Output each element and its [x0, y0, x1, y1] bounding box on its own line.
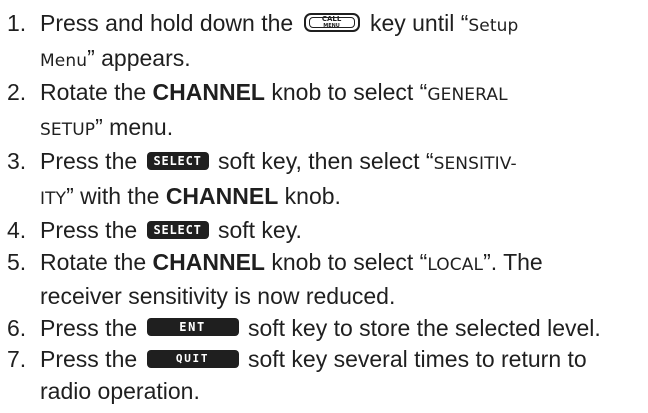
menu-key-label: MENU	[323, 23, 340, 30]
step-number: 5.	[7, 248, 27, 275]
step-text: Press and hold down the	[40, 10, 294, 36]
step-number: 3.	[7, 148, 27, 174]
step-text: ” appears.	[87, 44, 191, 71]
step-2-line-2: SETUP” menu.	[40, 112, 648, 147]
step-number: 1.	[7, 10, 27, 36]
quit-softkey-icon: QUIT	[146, 349, 239, 368]
ent-softkey-icon: ENT	[146, 318, 239, 337]
lcd-text: Setup	[468, 16, 519, 36]
step-text: soft key to store the selected level.	[247, 314, 601, 341]
step-text: Press the	[40, 217, 138, 243]
step-5-line-1: Rotate the CHANNEL knob to select “LOCAL…	[40, 247, 648, 282]
step-7-line-1: Press the QUIT soft key several times to…	[40, 344, 648, 376]
step-text: knob.	[284, 182, 341, 209]
step-text: soft key, then select “	[217, 148, 434, 174]
step-5-line-2: receiver sensitivity is now reduced.	[40, 281, 648, 313]
step-3: 3. Press the SELECT soft key, then selec…	[0, 146, 648, 215]
select-softkey-icon: SELECT	[146, 220, 209, 239]
lcd-text: LOCAL	[427, 254, 484, 275]
lcd-text: ITY	[40, 188, 67, 209]
step-number: 4.	[7, 217, 27, 243]
step-text: soft key several times to return to	[247, 346, 587, 372]
step-1: 1. Press and hold down the CALL MENU key…	[0, 8, 648, 77]
step-2-line-1: Rotate the CHANNEL knob to select “GENER…	[40, 77, 648, 112]
lcd-text: GENERAL	[427, 85, 508, 105]
step-text: receiver sensitivity is now reduced.	[40, 283, 396, 309]
step-1-line-2: Menu” appears.	[40, 43, 648, 78]
step-6-line-1: Press the ENT soft key to store the sele…	[40, 313, 648, 345]
step-text: Press the	[40, 346, 138, 372]
step-3-line-1: Press the SELECT soft key, then select “…	[40, 146, 648, 181]
step-4-line-1: Press the SELECT soft key.	[40, 215, 648, 247]
step-text: key until “	[369, 10, 469, 36]
step-text: ”. The	[483, 248, 543, 275]
channel-knob-label: CHANNEL	[152, 79, 265, 105]
step-number: 6.	[7, 314, 27, 341]
instruction-steps: 1. Press and hold down the CALL MENU key…	[0, 0, 648, 407]
lcd-text: Menu	[40, 50, 88, 71]
step-text: knob to select “	[271, 248, 428, 275]
step-7-line-2: radio operation.	[40, 376, 648, 408]
select-softkey-icon: SELECT	[146, 151, 209, 170]
step-number: 7.	[7, 346, 27, 372]
step-4: 4. Press the SELECT soft key.	[0, 215, 648, 247]
lcd-text: SENSITIV-	[433, 154, 517, 174]
step-7: 7. Press the QUIT soft key several times…	[0, 344, 648, 407]
channel-knob-label: CHANNEL	[152, 248, 265, 275]
step-text: ” menu.	[95, 113, 174, 140]
step-2: 2. Rotate the CHANNEL knob to select “GE…	[0, 77, 648, 146]
step-text: soft key.	[217, 217, 302, 243]
call-menu-key-icon: CALL MENU	[303, 13, 360, 33]
step-text: ” with the	[66, 182, 160, 209]
step-text: radio operation.	[40, 377, 200, 404]
step-3-line-2: ITY” with the CHANNEL knob.	[40, 181, 648, 216]
step-text: Rotate the	[40, 79, 147, 105]
step-1-line-1: Press and hold down the CALL MENU key un…	[40, 8, 648, 43]
call-key-label: CALL	[321, 15, 342, 24]
step-6: 6. Press the ENT soft key to store the s…	[0, 313, 648, 345]
step-text: Press the	[40, 148, 138, 174]
lcd-text: SETUP	[40, 119, 96, 140]
step-number: 2.	[7, 79, 27, 105]
step-text: Rotate the	[40, 248, 147, 275]
channel-knob-label: CHANNEL	[165, 182, 279, 209]
step-text: Press the	[40, 314, 138, 341]
step-text: knob to select “	[271, 79, 428, 105]
step-5: 5. Rotate the CHANNEL knob to select “LO…	[0, 247, 648, 313]
